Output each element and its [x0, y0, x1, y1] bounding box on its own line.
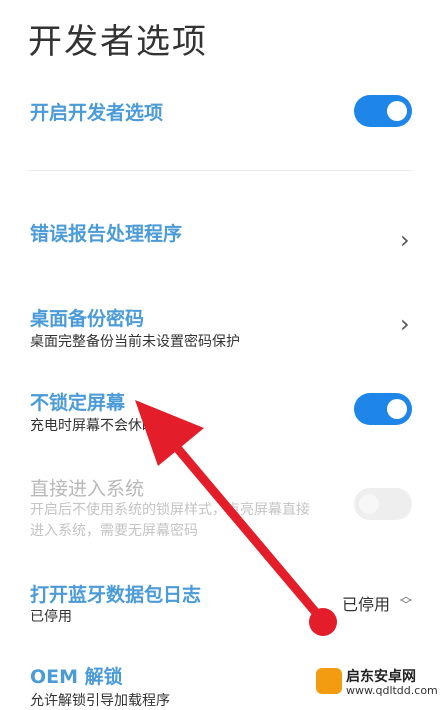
- watermark-name: 启东安卓网: [346, 669, 416, 685]
- watermark-url: www.qdltdd.com: [346, 684, 438, 697]
- watermark-logo-icon: [316, 668, 342, 694]
- annotation-arrow: [135, 400, 337, 636]
- watermark: 启东安卓网 www.qdltdd.com: [314, 664, 438, 698]
